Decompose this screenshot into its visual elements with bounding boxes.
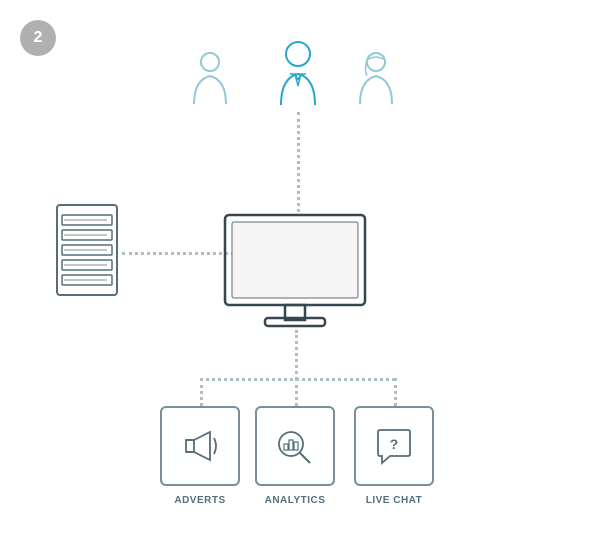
server-icon	[52, 200, 122, 300]
to-livechat-line	[394, 378, 397, 406]
center-person	[271, 40, 325, 110]
step-number: 2	[34, 29, 43, 47]
livechat-box: ? LIVE CHAT	[354, 406, 434, 486]
svg-text:?: ?	[390, 436, 399, 452]
adverts-box: ADVERTS	[160, 406, 240, 486]
analytics-label: ANALYTICS	[265, 495, 326, 506]
person-to-monitor-line	[297, 112, 300, 212]
livechat-label: LIVE CHAT	[366, 495, 423, 506]
monitor-icon	[220, 210, 370, 330]
step-badge: 2	[20, 20, 56, 56]
to-adverts-line	[200, 378, 203, 406]
analytics-box: ANALYTICS	[255, 406, 335, 486]
left-person	[188, 50, 232, 108]
right-person	[354, 50, 398, 108]
monitor-to-split-line	[295, 330, 298, 380]
adverts-label: ADVERTS	[174, 495, 225, 506]
to-analytics-line	[295, 378, 298, 406]
